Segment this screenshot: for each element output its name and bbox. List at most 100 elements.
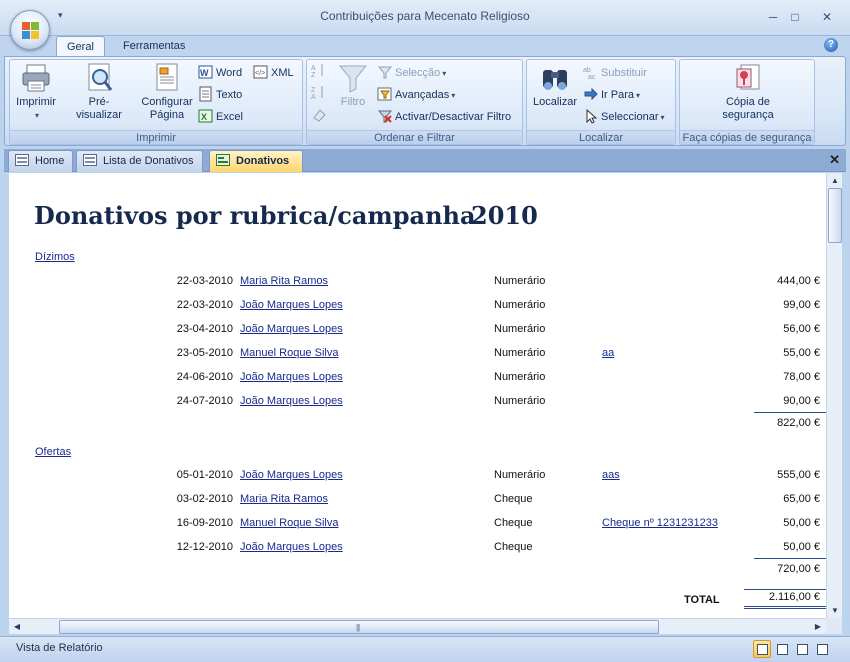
filter-button[interactable]: Filtro bbox=[333, 62, 373, 109]
advanced-filter-button[interactable]: Avançadas ▾ bbox=[377, 86, 455, 104]
row-value: 55,00 € bbox=[783, 347, 820, 359]
group-label-imprimir: Imprimir bbox=[10, 130, 302, 144]
svg-text:A: A bbox=[311, 94, 316, 100]
print-preview-view-icon bbox=[777, 644, 788, 655]
replace-button[interactable]: ab ac Substituir bbox=[583, 64, 647, 82]
scroll-down-icon[interactable]: ▼ bbox=[827, 603, 843, 618]
status-text: Vista de Relatório bbox=[16, 642, 103, 654]
export-text-button[interactable]: Texto bbox=[198, 86, 242, 104]
vertical-scrollbar[interactable]: ▲ ▼ bbox=[826, 173, 842, 618]
subtotal-divider bbox=[754, 558, 826, 559]
status-bar: Vista de Relatório bbox=[0, 636, 850, 662]
office-logo-icon bbox=[22, 22, 40, 40]
row-date: 24-06-2010 bbox=[176, 371, 233, 383]
horizontal-scrollbar[interactable]: ◀ ||| ▶ bbox=[9, 618, 826, 634]
row-payment-type: Numerário bbox=[494, 469, 546, 481]
row-observation-link[interactable]: aas bbox=[602, 469, 620, 481]
doc-tab-lista-donativos[interactable]: Lista de Donativos bbox=[76, 150, 203, 172]
clear-sort-button[interactable] bbox=[311, 106, 329, 124]
row-date: 23-04-2010 bbox=[176, 323, 233, 335]
maximize-button[interactable]: □ bbox=[784, 8, 806, 26]
grip-icon: ||| bbox=[356, 623, 360, 632]
scroll-corner bbox=[826, 618, 842, 634]
vertical-scroll-thumb[interactable] bbox=[828, 188, 842, 243]
layout-view-button[interactable] bbox=[793, 640, 811, 658]
export-word-button[interactable]: W Word bbox=[198, 64, 242, 82]
page-setup-icon bbox=[156, 63, 178, 91]
group-localizar: Localizar ab ac Substituir Ir Para ▾ Selecc… bbox=[526, 59, 676, 145]
word-icon: W bbox=[198, 65, 213, 79]
printer-icon bbox=[22, 64, 50, 92]
filter-funnel-icon bbox=[338, 65, 368, 93]
row-donor-link[interactable]: João Marques Lopes bbox=[240, 541, 343, 553]
minimize-button[interactable]: ─ bbox=[762, 8, 784, 26]
design-view-button[interactable] bbox=[813, 640, 831, 658]
row-value: 78,00 € bbox=[783, 371, 820, 383]
report-view-button[interactable] bbox=[753, 640, 771, 658]
doc-tab-donativos[interactable]: Donativos bbox=[209, 150, 303, 172]
scroll-left-icon[interactable]: ◀ bbox=[9, 619, 25, 634]
row-observation-link[interactable]: Cheque nº 1231231233 bbox=[602, 517, 718, 529]
row-donor-link[interactable]: João Marques Lopes bbox=[240, 469, 343, 481]
svg-text:A: A bbox=[311, 65, 316, 72]
group-imprimir: Imprimir ▾ Pré-visualizar Configurar Pág… bbox=[9, 59, 303, 145]
row-value: 50,00 € bbox=[783, 541, 820, 553]
total-divider-bottom bbox=[744, 606, 826, 607]
row-payment-type: Cheque bbox=[494, 517, 533, 529]
toggle-filter-button[interactable]: Activar/Desactivar Filtro bbox=[377, 108, 511, 126]
selection-button[interactable]: Selecção ▾ bbox=[377, 64, 446, 82]
row-donor-link[interactable]: Maria Rita Ramos bbox=[240, 275, 328, 287]
doc-tab-home[interactable]: Home bbox=[8, 150, 74, 172]
row-payment-type: Numerário bbox=[494, 275, 546, 287]
row-donor-link[interactable]: João Marques Lopes bbox=[240, 371, 343, 383]
office-button[interactable] bbox=[10, 10, 50, 50]
row-date: 23-05-2010 bbox=[176, 347, 233, 359]
row-value: 90,00 € bbox=[783, 395, 820, 407]
tab-ferramentas[interactable]: Ferramentas bbox=[113, 36, 195, 57]
binoculars-icon bbox=[543, 70, 567, 90]
report-year: 2010 bbox=[471, 201, 538, 230]
row-donor-link[interactable]: Maria Rita Ramos bbox=[240, 493, 328, 505]
export-xml-button[interactable]: </> XML bbox=[253, 64, 294, 82]
layout-view-icon bbox=[797, 644, 808, 655]
cursor-arrow-icon bbox=[586, 108, 598, 124]
row-donor-link[interactable]: Manuel Roque Silva bbox=[240, 517, 338, 529]
row-donor-link[interactable]: Manuel Roque Silva bbox=[240, 347, 338, 359]
print-preview-view-button[interactable] bbox=[773, 640, 791, 658]
export-excel-button[interactable]: X Excel bbox=[198, 108, 243, 126]
total-value: 2.116,00 € bbox=[768, 591, 820, 603]
row-donor-link[interactable]: João Marques Lopes bbox=[240, 323, 343, 335]
row-date: 12-12-2010 bbox=[176, 541, 233, 553]
row-payment-type: Numerário bbox=[494, 299, 546, 311]
toggle-filter-icon bbox=[377, 110, 393, 123]
print-button[interactable]: Imprimir ▾ bbox=[12, 62, 60, 122]
group-header-dizimos[interactable]: Dízimos bbox=[35, 251, 75, 263]
sort-descending-button[interactable]: ZA bbox=[311, 84, 329, 102]
find-button[interactable]: Localizar bbox=[531, 62, 579, 109]
row-observation-link[interactable]: aa bbox=[602, 347, 614, 359]
select-button[interactable]: Seleccionar ▾ bbox=[583, 108, 665, 126]
row-donor-link[interactable]: João Marques Lopes bbox=[240, 395, 343, 407]
goto-button[interactable]: Ir Para ▾ bbox=[583, 86, 640, 104]
page-setup-button[interactable]: Configurar Página bbox=[136, 62, 198, 122]
preview-button[interactable]: Pré-visualizar bbox=[66, 62, 132, 122]
ribbon: Imprimir ▾ Pré-visualizar Configurar Pág… bbox=[4, 56, 846, 146]
horizontal-scroll-thumb[interactable]: ||| bbox=[59, 620, 659, 634]
scroll-up-icon[interactable]: ▲ bbox=[827, 173, 843, 188]
xml-icon: </> bbox=[253, 65, 268, 79]
print-dropdown-icon[interactable]: ▾ bbox=[35, 111, 39, 120]
group-header-ofertas[interactable]: Ofertas bbox=[35, 446, 71, 458]
row-donor-link[interactable]: João Marques Lopes bbox=[240, 299, 343, 311]
backup-button[interactable]: Cópia de segurança bbox=[700, 62, 796, 122]
print-preview-icon bbox=[88, 63, 113, 91]
close-window-button[interactable]: ✕ bbox=[816, 8, 838, 26]
close-document-button[interactable]: ✕ bbox=[829, 152, 840, 168]
total-divider-top bbox=[744, 589, 826, 590]
tab-geral[interactable]: Geral bbox=[56, 36, 105, 57]
sort-ascending-button[interactable]: AZ bbox=[311, 62, 329, 80]
row-date: 05-01-2010 bbox=[176, 469, 233, 481]
row-value: 99,00 € bbox=[783, 299, 820, 311]
scroll-right-icon[interactable]: ▶ bbox=[810, 619, 826, 634]
subtotal-divider bbox=[754, 412, 826, 413]
help-icon[interactable]: ? bbox=[824, 38, 838, 52]
